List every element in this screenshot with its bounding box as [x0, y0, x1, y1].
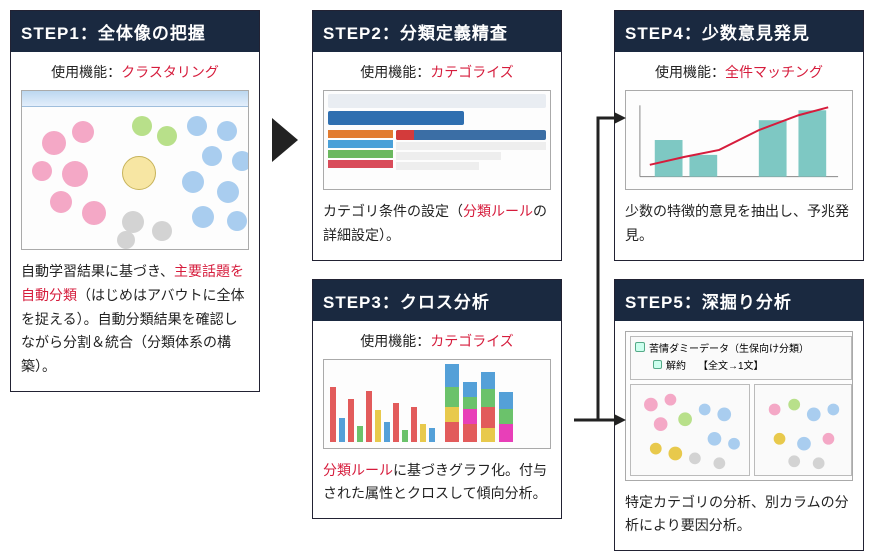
step2-feature-name: カテゴライズ [430, 64, 514, 80]
step3-desc-red: 分類ルール [323, 462, 393, 478]
feature-label: 使用機能： [360, 64, 430, 80]
step4-desc: 少数の特徴的意見を抽出し、予兆発見。 [625, 200, 853, 248]
col-1: STEP1：全体像の把握 使用機能：クラスタリング [10, 10, 260, 551]
step2-desc: カテゴリ条件の設定（分類ルールの詳細設定）。 [323, 200, 551, 248]
step2-feature: 使用機能：カテゴライズ [323, 62, 551, 82]
step1-card: STEP1：全体像の把握 使用機能：クラスタリング [10, 10, 260, 392]
step5-thumb: 苦情ダミーデータ（生保向け分類） 解約 【全文→1文】 [625, 331, 853, 481]
step4-thumb [625, 90, 853, 190]
db-icon [635, 342, 645, 352]
step3-title: STEP3：クロス分析 [313, 280, 561, 321]
step5-body: 苦情ダミーデータ（生保向け分類） 解約 【全文→1文】 [615, 321, 863, 551]
step2-body: 使用機能：カテゴライズ [313, 52, 561, 260]
step1-cluster-thumb [21, 90, 249, 250]
step5-desc: 特定カテゴリの分析、別カラムの分析により要因分析。 [625, 491, 853, 539]
step2-desc-pre: カテゴリ条件の設定（ [323, 203, 463, 219]
step3-feature: 使用機能：カテゴライズ [323, 331, 551, 351]
step4-body: 使用機能：全件マッチング 少数の特徴的意見を抽出し、予兆発見。 [615, 52, 863, 260]
step3-body: 使用機能：カテゴライズ [313, 321, 561, 519]
step4-feature: 使用機能：全件マッチング [625, 62, 853, 82]
step3-thumb [323, 359, 551, 449]
feature-label: 使用機能： [655, 64, 725, 80]
step1-feature-name: クラスタリング [121, 64, 219, 80]
workflow-columns: STEP1：全体像の把握 使用機能：クラスタリング [10, 10, 876, 551]
step2-card: STEP2：分類定義精査 使用機能：カテゴライズ [312, 10, 562, 261]
step4-feature-name: 全件マッチング [725, 64, 823, 80]
step4-title: STEP4：少数意見発見 [615, 11, 863, 52]
step5-title: STEP5：深掘り分析 [615, 280, 863, 321]
step4-card: STEP4：少数意見発見 使用機能：全件マッチング [614, 10, 864, 261]
step2-thumb [323, 90, 551, 190]
feature-label: 使用機能： [51, 64, 121, 80]
step2-desc-red: 分類ルール [463, 203, 533, 219]
step3-card: STEP3：クロス分析 使用機能：カテゴライズ [312, 279, 562, 520]
col-3: STEP4：少数意見発見 使用機能：全件マッチング [614, 10, 864, 551]
step3-feature-name: カテゴライズ [430, 333, 514, 349]
feature-label: 使用機能： [360, 333, 430, 349]
step5-tree-root: 苦情ダミーデータ（生保向け分類） [649, 340, 809, 355]
step3-desc: 分類ルールに基づきグラフ化。付与された属性とクロスして傾向分析。 [323, 459, 551, 507]
step2-title: STEP2：分類定義精査 [313, 11, 561, 52]
step5-card: STEP5：深掘り分析 苦情ダミーデータ（生保向け分類） 解約 【全文→1文】 [614, 279, 864, 551]
step1-feature: 使用機能：クラスタリング [21, 62, 249, 82]
step1-desc-pre: 自動学習結果に基づき、 [21, 263, 174, 279]
step1-title: STEP1：全体像の把握 [11, 11, 259, 52]
col-2: STEP2：分類定義精査 使用機能：カテゴライズ [312, 10, 562, 551]
step1-desc: 自動学習結果に基づき、主要話題を自動分類（はじめはアバウトに全体を捉える）。自動… [21, 260, 249, 379]
arrow-step1-to-step2 [272, 118, 298, 162]
step5-tree-child-b: 【全文→1文】 [698, 357, 764, 372]
step5-tree-child-a: 解約 [666, 357, 686, 372]
step1-body: 使用機能：クラスタリング [11, 52, 259, 391]
db-icon [653, 360, 662, 369]
